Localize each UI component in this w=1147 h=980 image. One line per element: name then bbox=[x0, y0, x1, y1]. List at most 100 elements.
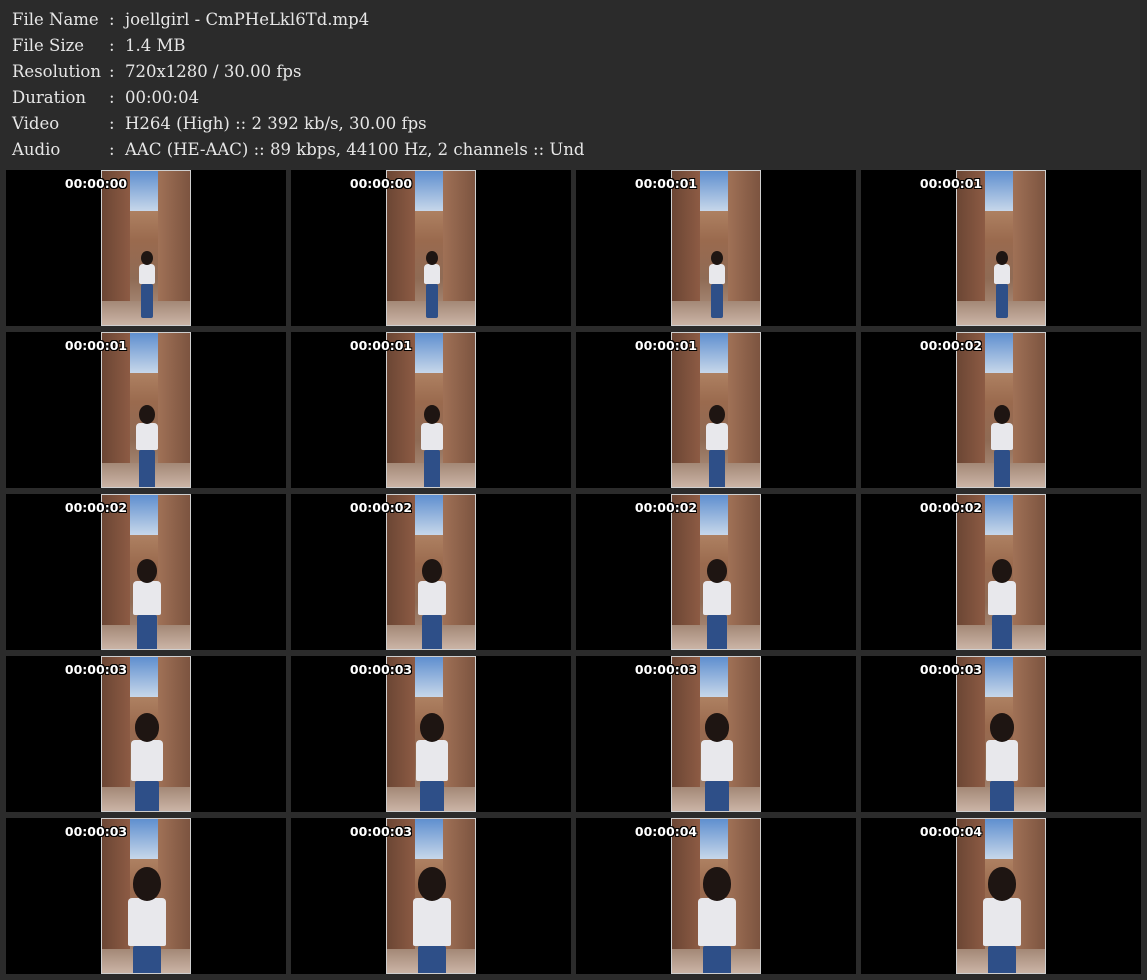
timecode-label: 00:00:03 bbox=[634, 662, 698, 677]
person-shirt-shape bbox=[415, 739, 449, 781]
person-head-shape bbox=[134, 713, 160, 742]
video-frame-image bbox=[101, 656, 191, 812]
video-frame-image bbox=[386, 170, 476, 326]
timecode-label: 00:00:01 bbox=[634, 176, 698, 191]
person-shirt-shape bbox=[133, 581, 161, 616]
person-jeans-shape bbox=[711, 284, 723, 318]
thumbnail-cell[interactable]: 00:00:02 bbox=[861, 332, 1141, 488]
timecode-label: 00:00:03 bbox=[64, 662, 128, 677]
video-frame-image bbox=[671, 494, 761, 650]
timecode-label: 00:00:02 bbox=[64, 500, 128, 515]
thumbnail-grid: 00:00:00 00:00:00 00:00:01 00:00:01 00:00:01… bbox=[0, 0, 1147, 980]
person-head-shape bbox=[136, 559, 158, 583]
timecode-label: 00:00:03 bbox=[64, 824, 128, 839]
person-jeans-shape bbox=[421, 615, 443, 649]
person-head-shape bbox=[704, 713, 730, 742]
thumbnail-cell[interactable]: 00:00:04 bbox=[576, 818, 856, 974]
person-shirt-shape bbox=[418, 581, 446, 616]
timecode-label: 00:00:02 bbox=[919, 500, 983, 515]
person-jeans-shape bbox=[423, 449, 441, 487]
person-head-shape bbox=[421, 559, 443, 583]
person-shirt-shape bbox=[127, 898, 167, 947]
person-jeans-shape bbox=[989, 780, 1015, 811]
person-head-shape bbox=[706, 559, 728, 583]
video-frame-image bbox=[956, 332, 1046, 488]
timecode-label: 00:00:02 bbox=[349, 500, 413, 515]
thumbnail-cell[interactable]: 00:00:03 bbox=[291, 656, 571, 812]
thumbnail-cell[interactable]: 00:00:00 bbox=[6, 170, 286, 326]
video-frame-image bbox=[101, 170, 191, 326]
person-shirt-shape bbox=[421, 422, 443, 450]
person-shirt-shape bbox=[709, 264, 725, 284]
person-shirt-shape bbox=[136, 422, 158, 450]
thumbnail-cell[interactable]: 00:00:02 bbox=[861, 494, 1141, 650]
timecode-label: 00:00:04 bbox=[634, 824, 698, 839]
video-frame-image bbox=[386, 818, 476, 974]
video-frame-image bbox=[101, 494, 191, 650]
person-head-shape bbox=[989, 713, 1015, 742]
timecode-label: 00:00:00 bbox=[349, 176, 413, 191]
video-frame-image bbox=[956, 656, 1046, 812]
person-head-shape bbox=[708, 405, 726, 424]
person-shirt-shape bbox=[703, 581, 731, 616]
person-jeans-shape bbox=[704, 780, 730, 811]
person-head-shape bbox=[138, 405, 156, 424]
video-frame-image bbox=[956, 494, 1046, 650]
person-head-shape bbox=[426, 251, 438, 265]
person-jeans-shape bbox=[417, 946, 447, 973]
thumbnail-cell[interactable]: 00:00:01 bbox=[861, 170, 1141, 326]
person-jeans-shape bbox=[993, 449, 1011, 487]
person-shirt-shape bbox=[130, 739, 164, 781]
person-jeans-shape bbox=[136, 615, 158, 649]
person-jeans-shape bbox=[702, 946, 732, 973]
thumbnail-cell[interactable]: 00:00:01 bbox=[576, 170, 856, 326]
video-frame-image bbox=[386, 332, 476, 488]
thumbnail-cell[interactable]: 00:00:01 bbox=[576, 332, 856, 488]
thumbnail-cell[interactable]: 00:00:03 bbox=[861, 656, 1141, 812]
thumbnail-cell[interactable]: 00:00:03 bbox=[6, 656, 286, 812]
thumbnail-cell[interactable]: 00:00:00 bbox=[291, 170, 571, 326]
timecode-label: 00:00:01 bbox=[634, 338, 698, 353]
person-shirt-shape bbox=[697, 898, 737, 947]
video-frame-image bbox=[671, 656, 761, 812]
person-head-shape bbox=[423, 405, 441, 424]
person-shirt-shape bbox=[991, 422, 1013, 450]
video-frame-image bbox=[101, 818, 191, 974]
person-head-shape bbox=[987, 867, 1017, 901]
thumbnail-cell[interactable]: 00:00:02 bbox=[576, 494, 856, 650]
thumbnail-cell[interactable]: 00:00:02 bbox=[6, 494, 286, 650]
person-head-shape bbox=[711, 251, 723, 265]
video-frame-image bbox=[671, 170, 761, 326]
person-head-shape bbox=[417, 867, 447, 901]
thumbnail-cell[interactable]: 00:00:01 bbox=[291, 332, 571, 488]
thumbnail-cell[interactable]: 00:00:01 bbox=[6, 332, 286, 488]
timecode-label: 00:00:03 bbox=[349, 824, 413, 839]
thumbnail-cell[interactable]: 00:00:03 bbox=[576, 656, 856, 812]
thumbnail-cell[interactable]: 00:00:02 bbox=[291, 494, 571, 650]
person-head-shape bbox=[419, 713, 445, 742]
person-head-shape bbox=[141, 251, 153, 265]
thumbnail-cell[interactable]: 00:00:03 bbox=[291, 818, 571, 974]
person-shirt-shape bbox=[985, 739, 1019, 781]
timecode-label: 00:00:03 bbox=[349, 662, 413, 677]
video-frame-image bbox=[671, 332, 761, 488]
person-jeans-shape bbox=[426, 284, 438, 318]
video-frame-image bbox=[386, 656, 476, 812]
person-jeans-shape bbox=[706, 615, 728, 649]
video-frame-image bbox=[671, 818, 761, 974]
thumbnail-cell[interactable]: 00:00:04 bbox=[861, 818, 1141, 974]
person-jeans-shape bbox=[134, 780, 160, 811]
timecode-label: 00:00:04 bbox=[919, 824, 983, 839]
person-jeans-shape bbox=[991, 615, 1013, 649]
timecode-label: 00:00:01 bbox=[349, 338, 413, 353]
thumbnail-cell[interactable]: 00:00:03 bbox=[6, 818, 286, 974]
person-jeans-shape bbox=[996, 284, 1008, 318]
person-head-shape bbox=[991, 559, 1013, 583]
person-shirt-shape bbox=[424, 264, 440, 284]
person-shirt-shape bbox=[706, 422, 728, 450]
timecode-label: 00:00:01 bbox=[64, 338, 128, 353]
person-head-shape bbox=[132, 867, 162, 901]
person-head-shape bbox=[996, 251, 1008, 265]
video-frame-image bbox=[386, 494, 476, 650]
person-jeans-shape bbox=[987, 946, 1017, 973]
